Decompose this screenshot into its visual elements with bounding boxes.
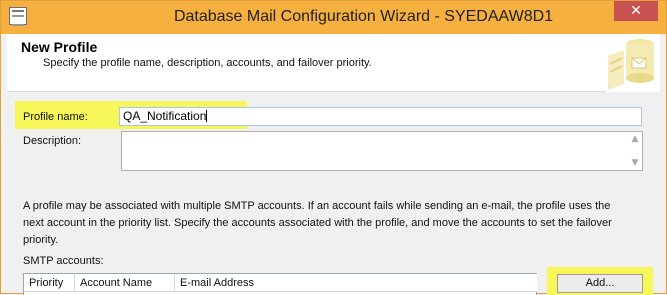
profile-name-label: Profile name: [23, 111, 88, 123]
column-header-email-address[interactable]: E-mail Address [175, 274, 537, 292]
profile-info-text: A profile may be associated with multipl… [23, 200, 612, 246]
scroll-down-icon[interactable]: ▼ [630, 158, 640, 168]
page-title: New Profile [21, 39, 98, 55]
text-cursor [206, 110, 208, 122]
column-header-priority[interactable]: Priority [24, 274, 75, 292]
description-field[interactable]: ▲ ▼ [121, 131, 643, 171]
scroll-up-icon[interactable]: ▲ [630, 134, 640, 144]
window-title: Database Mail Configuration Wizard - SYE… [173, 8, 554, 25]
database-mail-icon [606, 34, 660, 92]
profile-name-value: QA_Notification [123, 109, 207, 123]
page-subtitle: Specify the profile name, description, a… [43, 57, 372, 69]
title-bar[interactable]: Database Mail Configuration Wizard - SYE… [1, 1, 666, 34]
wizard-window: Database Mail Configuration Wizard - SYE… [0, 0, 667, 295]
wizard-header: New Profile Specify the profile name, de… [7, 34, 660, 92]
add-account-button[interactable]: Add... [557, 274, 643, 293]
smtp-accounts-table[interactable]: Priority Account Name E-mail Address [23, 273, 537, 295]
smtp-accounts-label: SMTP accounts: [23, 255, 104, 267]
profile-name-input[interactable]: QA_Notification [119, 107, 642, 126]
column-header-account-name[interactable]: Account Name [75, 274, 175, 292]
close-button[interactable]: ✕ [614, 1, 658, 21]
description-label: Description: [23, 135, 82, 147]
